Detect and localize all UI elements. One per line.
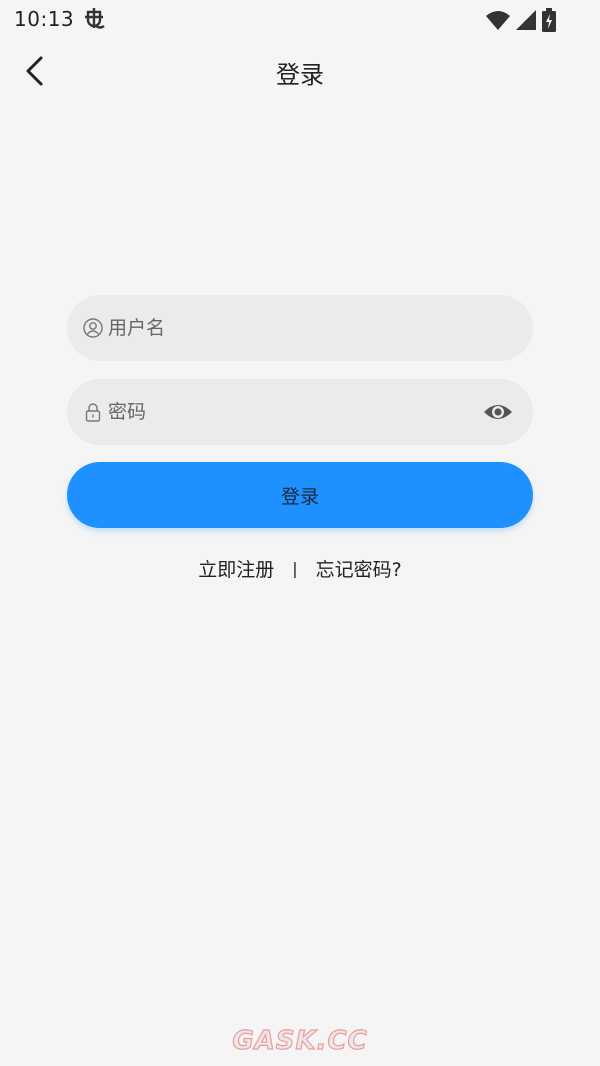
watermark: GASK.CC [232, 1025, 368, 1056]
forgot-password-link[interactable]: 忘记密码? [316, 555, 402, 582]
password-field[interactable] [67, 379, 533, 445]
status-icons [486, 8, 556, 32]
lock-icon [85, 403, 101, 422]
battery-charging-icon [542, 8, 556, 32]
username-field[interactable] [67, 295, 533, 361]
page-title: 登录 [276, 61, 324, 89]
register-link[interactable]: 立即注册 [198, 555, 274, 582]
password-input[interactable] [108, 379, 468, 445]
wifi-icon [486, 11, 510, 30]
eye-icon[interactable] [483, 400, 513, 424]
app-bar: 登录 [0, 40, 600, 102]
login-button[interactable]: 登录 [67, 462, 533, 528]
username-input[interactable] [108, 295, 468, 361]
status-bar: 10:13 [0, 0, 600, 40]
user-circle-icon [83, 318, 103, 338]
auth-links: 立即注册 | 忘记密码? [0, 552, 600, 584]
bug-notification-icon [85, 8, 105, 29]
link-separator: | [292, 558, 298, 578]
status-time: 10:13 [14, 7, 75, 31]
cellular-signal-icon [516, 10, 536, 30]
